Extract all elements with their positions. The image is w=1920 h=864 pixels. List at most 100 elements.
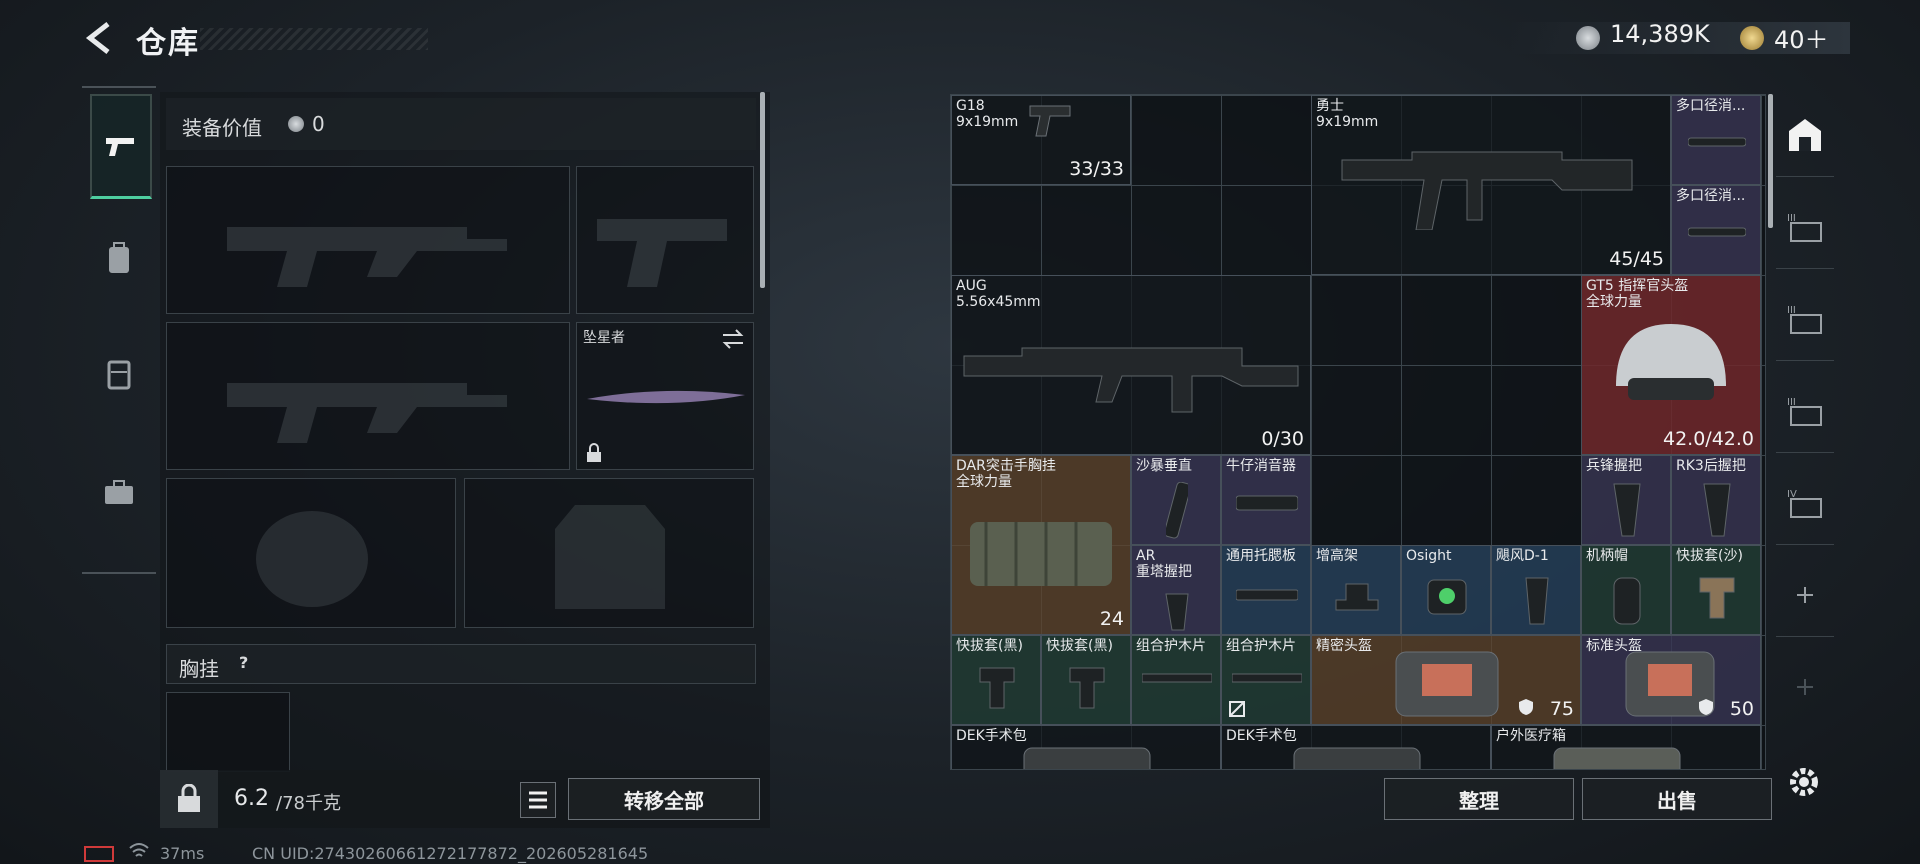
stash-item[interactable]: 多口径消...	[1671, 185, 1761, 275]
suppressor-image-icon	[1236, 495, 1298, 511]
item-name: 快拔套(黑)	[1046, 638, 1113, 654]
item-name: GT5 指挥官头盔	[1586, 278, 1689, 294]
stash-item[interactable]: 标准头盔 50	[1581, 635, 1761, 725]
stash-tab-3b[interactable]: III	[1776, 278, 1834, 361]
equip-value-bar: 装备价值 0	[166, 98, 756, 150]
ping-text: 37ms	[160, 844, 205, 863]
armor-durability-icon	[1699, 699, 1713, 715]
chest-rig-image-icon	[970, 522, 1112, 586]
nav-backpack[interactable]	[90, 208, 148, 308]
stash-item[interactable]: 快拔套(黑)	[1041, 635, 1131, 725]
stash-item[interactable]: 机柄帽	[1581, 545, 1671, 635]
weight-current: 6.2	[234, 786, 269, 811]
stash-item[interactable]: AR 重塔握把	[1131, 545, 1221, 635]
stash-item[interactable]: 多口径消...	[1671, 95, 1761, 185]
loadout-scrollbar[interactable]	[760, 92, 765, 288]
suppressor-image-icon	[1688, 137, 1746, 147]
uid-text: CN UID:27430260661272177872_202605281645	[252, 844, 649, 863]
stash-tab-3c[interactable]: III	[1776, 370, 1834, 453]
item-name: 飓风D-1	[1496, 548, 1549, 564]
armor-slot[interactable]	[464, 478, 754, 628]
list-view-button[interactable]	[520, 782, 556, 818]
pistol-image-icon	[1029, 105, 1071, 137]
stash-item[interactable]: 增高架	[1311, 545, 1401, 635]
item-name: Osight	[1406, 548, 1452, 564]
stash-item[interactable]: 组合护木片	[1221, 635, 1311, 725]
stash-item[interactable]: 通用托腮板	[1221, 545, 1311, 635]
list-icon	[529, 791, 547, 809]
item-name: 沙暴垂直	[1136, 458, 1192, 474]
item-name: 牛仔消音器	[1226, 458, 1296, 474]
item-name: G18	[956, 98, 985, 114]
currency-silver: 14,389K	[1610, 20, 1710, 48]
lock-icon	[587, 443, 601, 462]
battery-icon	[84, 846, 114, 862]
item-name: 增高架	[1316, 548, 1358, 564]
back-arrow-icon	[85, 22, 110, 54]
primary-weapon-slot[interactable]	[166, 166, 570, 314]
stash-item[interactable]: DAR突击手胸挂 全球力量 24	[951, 455, 1131, 635]
stash-item[interactable]: 沙暴垂直	[1131, 455, 1221, 545]
stash-item[interactable]: 精密头盔 75	[1311, 635, 1581, 725]
help-icon[interactable]: ?	[239, 653, 248, 672]
stash-tab-4[interactable]: IV	[1776, 462, 1834, 545]
nav-vest[interactable]	[90, 324, 148, 424]
item-sub: 重塔握把	[1136, 564, 1192, 580]
sell-button[interactable]: 出售	[1582, 778, 1772, 820]
stash-item[interactable]: RK3后握把	[1671, 455, 1761, 545]
stash-item[interactable]: 快拔套(黑)	[951, 635, 1041, 725]
organize-button[interactable]: 整理	[1384, 778, 1574, 820]
gear-icon	[1790, 768, 1818, 796]
stash-item[interactable]: DEK手术包	[951, 725, 1221, 769]
stash-item[interactable]: 牛仔消音器	[1221, 455, 1311, 545]
item-name: AUG	[956, 278, 987, 294]
item-name: DEK手术包	[1226, 728, 1297, 744]
medkit-image-icon	[1293, 747, 1421, 769]
silver-coin-icon	[1576, 26, 1600, 50]
stash-item[interactable]: Osight	[1401, 545, 1491, 635]
stash-item[interactable]: 勇士 9x19mm 45/45	[1311, 95, 1671, 275]
transfer-all-button[interactable]: 转移全部	[568, 778, 760, 820]
add-stash-button-disabled[interactable]	[1776, 646, 1834, 728]
add-stash-button[interactable]	[1776, 554, 1834, 637]
swap-icon[interactable]	[721, 329, 745, 349]
currency-gold[interactable]: 40＋	[1774, 20, 1829, 55]
stash-item[interactable]: 兵锋握把	[1581, 455, 1671, 545]
chest-rig-slot[interactable]	[166, 692, 290, 772]
stash-item[interactable]: AUG 5.56x45mm 0/30	[951, 275, 1311, 455]
case-tier3-icon: III	[1787, 213, 1822, 242]
grip-image-icon	[1165, 593, 1189, 631]
suppressor-image-icon	[1688, 227, 1746, 237]
helmet-slot[interactable]	[166, 478, 456, 628]
stash-tab-all[interactable]	[1776, 94, 1834, 177]
wifi-icon	[129, 843, 149, 857]
stash-item[interactable]: 快拔套(沙)	[1671, 545, 1761, 635]
stash-grid: G18 9x19mm 33/33 勇士 9x19mm 45/45 多口径消... 多…	[950, 94, 1766, 770]
item-name: DEK手术包	[956, 728, 1027, 744]
stash-item[interactable]: GT5 指挥官头盔 全球力量 42.0/42.0	[1581, 275, 1761, 455]
stash-item[interactable]: 户外医疗箱	[1491, 725, 1761, 769]
back-button[interactable]	[82, 20, 118, 56]
stash-tab-3[interactable]: III	[1776, 186, 1834, 269]
sidearm-slot[interactable]	[576, 166, 754, 314]
armor-silhouette-icon	[555, 505, 665, 609]
stash-item[interactable]: G18 9x19mm 33/33	[951, 95, 1131, 185]
melee-slot[interactable]: 坠星者	[576, 322, 754, 470]
stash-item[interactable]: 组合护木片	[1131, 635, 1221, 725]
stash-item[interactable]: DEK手术包	[1221, 725, 1491, 769]
case-tier3-icon: III	[1787, 397, 1822, 426]
nav-toolbox[interactable]	[90, 442, 148, 542]
grip-image-icon	[1703, 483, 1731, 537]
item-name: 快拔套(沙)	[1676, 548, 1743, 564]
item-name: AR	[1136, 548, 1156, 564]
item-name: 通用托腮板	[1226, 548, 1296, 564]
nav-weapons[interactable]	[90, 94, 152, 199]
handle-cap-image-icon	[1613, 577, 1641, 625]
helmet-silhouette-icon	[256, 511, 368, 607]
stash-item[interactable]: 飓风D-1	[1491, 545, 1581, 635]
settings-button[interactable]	[1786, 764, 1822, 804]
weight-max: /78千克	[276, 793, 341, 814]
secondary-weapon-slot[interactable]	[166, 322, 570, 470]
stash-scrollbar[interactable]	[1768, 94, 1773, 228]
gold-coin-icon	[1740, 26, 1764, 50]
